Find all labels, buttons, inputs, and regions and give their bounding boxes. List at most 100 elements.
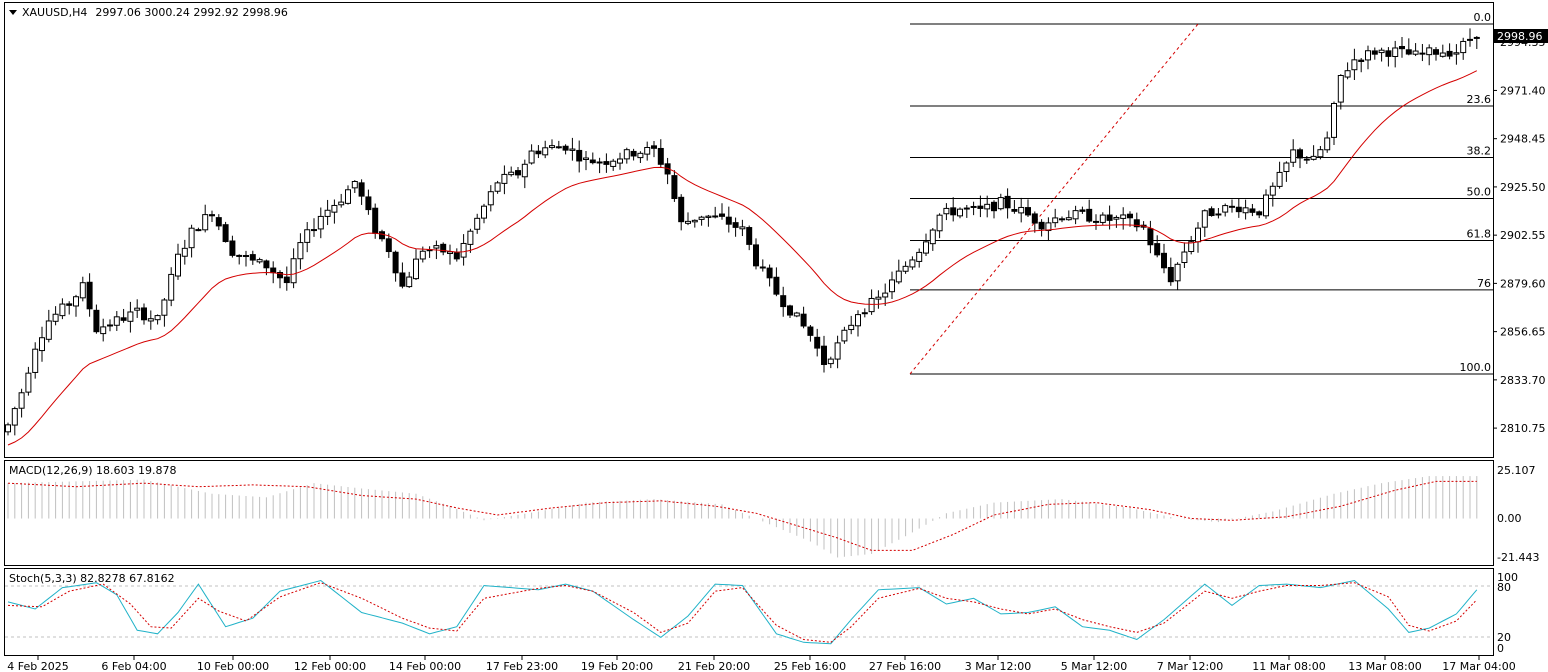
price-tick-label: 2902.55 — [1500, 229, 1546, 242]
fib-level-label: 100.0 — [1460, 361, 1492, 374]
candle-body — [474, 217, 481, 230]
symbol-label: XAUUSD,H4 — [22, 6, 87, 19]
candle-body — [1065, 217, 1072, 221]
candle-body — [283, 276, 290, 284]
candle-body — [1154, 243, 1161, 256]
candle-body — [1439, 52, 1446, 57]
macd-axis-top: 25.107 — [1497, 464, 1536, 477]
candle-body — [1093, 220, 1099, 223]
candle-body — [73, 296, 79, 307]
time-tick-label: 17 Mar 04:00 — [1442, 660, 1515, 672]
candle-body — [1161, 252, 1167, 269]
candle-body — [1467, 38, 1473, 41]
candle-body — [447, 251, 453, 254]
candle-body — [861, 312, 868, 315]
candle-body — [542, 147, 549, 156]
stoch-pane[interactable] — [4, 568, 1494, 656]
candle-body — [630, 150, 637, 157]
price-axis: 2994.352971.402948.452925.502902.552879.… — [1493, 36, 1546, 435]
candle-body — [671, 175, 678, 200]
time-tick-label: 21 Feb 20:00 — [678, 660, 750, 672]
candle-body — [154, 315, 161, 321]
candle-body — [576, 149, 583, 162]
time-tick-label: 4 Feb 2025 — [7, 660, 68, 672]
candle-body — [5, 424, 11, 433]
candle-body — [345, 189, 351, 204]
candle-body — [467, 230, 474, 245]
stoch-axis-80: 80 — [1497, 581, 1511, 594]
candle-body — [1473, 36, 1480, 39]
candle-body — [1269, 185, 1276, 196]
candle-body — [304, 229, 311, 243]
candle-body — [1256, 211, 1263, 216]
candle-body — [236, 254, 243, 257]
candle-body — [181, 247, 188, 257]
candle-body — [827, 358, 834, 365]
candle-body — [134, 307, 141, 311]
candle-body — [86, 281, 93, 310]
time-tick-label: 3 Mar 12:00 — [965, 660, 1031, 672]
time-tick-label: 19 Feb 20:00 — [581, 660, 653, 672]
candle-body — [997, 197, 1004, 210]
candle-body — [297, 242, 304, 260]
macd-axis-bottom: -21.443 — [1497, 551, 1539, 564]
candle-body — [698, 216, 705, 220]
candle-body — [1106, 214, 1113, 221]
candle-body — [79, 282, 86, 299]
candle-body — [1222, 205, 1229, 213]
candle-body — [1419, 52, 1426, 55]
candle-body — [1405, 49, 1412, 55]
candle-body — [1283, 162, 1290, 173]
candle-body — [331, 204, 338, 213]
candle-body — [39, 337, 45, 352]
candle-body — [569, 148, 576, 151]
time-tick-label: 11 Mar 08:00 — [1252, 660, 1325, 672]
candle-body — [617, 158, 623, 164]
time-tick-label: 17 Feb 23:00 — [486, 660, 558, 672]
candle-body — [1276, 171, 1283, 187]
macd-pane[interactable] — [4, 460, 1494, 566]
candle-body — [923, 241, 929, 254]
candle-body — [222, 224, 229, 243]
candle-body — [943, 207, 950, 215]
candle-body — [1174, 263, 1181, 282]
candle-body — [603, 161, 610, 165]
candle-body — [317, 215, 324, 230]
candle-body — [691, 219, 698, 223]
candle-body — [338, 201, 345, 206]
candle-body — [712, 215, 719, 218]
candle-body — [773, 276, 780, 295]
candle-body — [365, 196, 372, 211]
candle-body — [725, 216, 732, 225]
candle-body — [1344, 70, 1351, 78]
candle-body — [1249, 208, 1256, 213]
time-axis: 4 Feb 2025 6 Feb 04:00 10 Feb 00:00 12 Feb … — [7, 656, 1516, 672]
time-tick-label: 6 Feb 04:00 — [101, 660, 166, 672]
candle-body — [787, 305, 793, 316]
symbol-menu-icon[interactable] — [9, 10, 17, 15]
candle-body — [535, 150, 542, 155]
candle-body — [957, 208, 963, 217]
candle-body — [991, 201, 997, 212]
price-tick-label: 2925.50 — [1500, 181, 1546, 194]
candle-body — [705, 215, 712, 218]
candle-body — [780, 295, 787, 308]
candle-body — [637, 152, 644, 159]
candle-body — [453, 252, 460, 260]
candle-body — [270, 267, 277, 274]
fib-level-label: 0.0 — [1474, 11, 1492, 24]
fib-level-label: 23.6 — [1467, 93, 1492, 106]
candle-body — [759, 266, 766, 269]
candle-body — [1127, 213, 1133, 219]
fibonacci-levels[interactable]: 0.0 23.6 38.2 50.0 61.8 76 100.0 — [909, 11, 1493, 375]
candle-body — [202, 214, 209, 231]
last-price-value: 2998.96 — [1497, 30, 1543, 43]
price-tick-label: 2879.60 — [1500, 277, 1546, 290]
candle-body — [18, 392, 25, 409]
trading-chart[interactable]: 0.023.638.250.061.876100.0 2994.352971.4… — [0, 0, 1548, 672]
stoch-main-line — [7, 579, 1478, 645]
candle-body — [1426, 47, 1433, 56]
candle-body — [848, 324, 855, 331]
moving-average-line — [7, 70, 1478, 446]
macd-axis-zero: 0.00 — [1497, 512, 1522, 525]
